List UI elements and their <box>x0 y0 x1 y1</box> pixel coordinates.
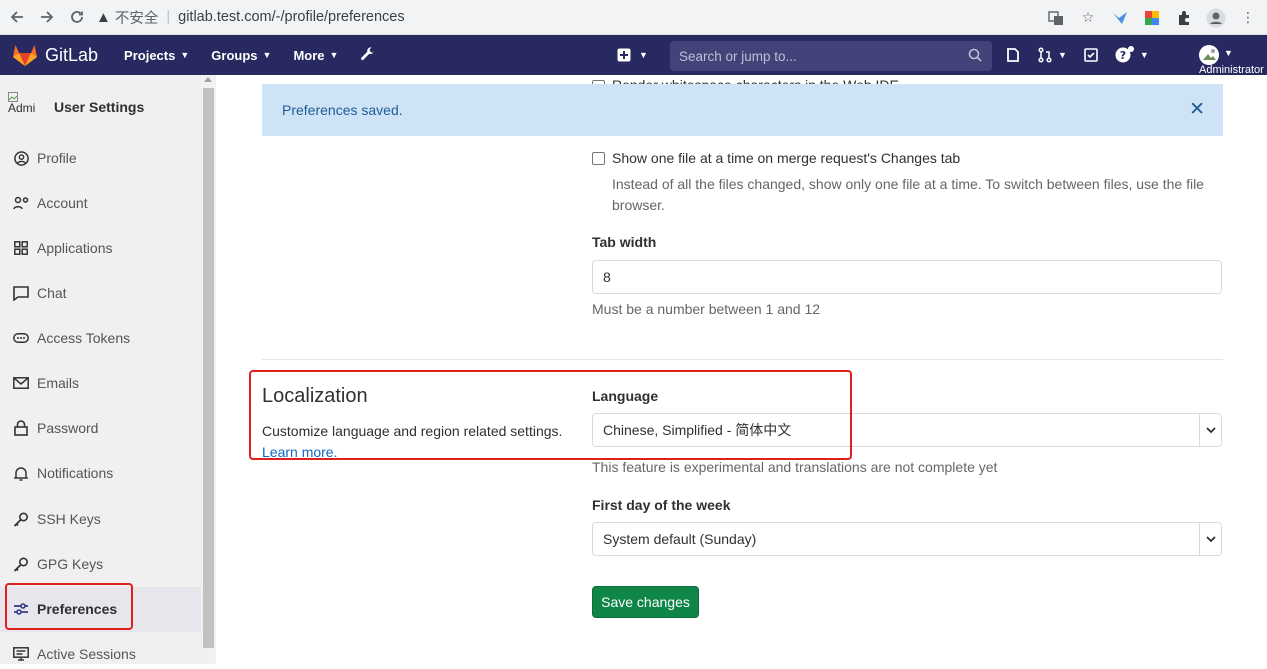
user-name: Administrator <box>1199 64 1264 76</box>
sidebar-item-password[interactable]: Password <box>12 413 198 443</box>
menu-more[interactable]: More ▼ <box>293 48 338 63</box>
lock-icon <box>12 420 30 436</box>
url-text: gitlab.test.com/-/profile/preferences <box>178 9 405 25</box>
sidebar-item-applications[interactable]: Applications <box>12 233 198 263</box>
browser-toolbar: ▲ 不安全 | gitlab.test.com/-/profile/prefer… <box>0 0 1267 35</box>
monitor-icon <box>12 647 30 661</box>
preferences-saved-alert: Preferences saved. ✕ <box>262 84 1223 136</box>
brand-name: GitLab <box>45 44 99 65</box>
help-icon[interactable]: ? ▼ <box>1115 46 1149 64</box>
sidebar-item-profile[interactable]: Profile <box>12 143 198 173</box>
warning-icon: ▲ <box>96 8 111 26</box>
chevron-down-icon: ▼ <box>1058 50 1067 60</box>
mail-icon <box>12 377 30 389</box>
reload-icon[interactable] <box>64 4 90 30</box>
first-day-label: First day of the week <box>592 497 731 513</box>
show-one-file-help: Instead of all the files changed, show o… <box>612 176 1204 213</box>
extension-bird-icon[interactable] <box>1109 7 1131 29</box>
sidebar-item-account[interactable]: Account <box>12 188 198 218</box>
chevron-down-icon: ▼ <box>1139 50 1149 60</box>
chevron-down-icon <box>1199 414 1221 446</box>
plus-square-icon <box>617 48 631 62</box>
gitlab-logo[interactable]: GitLab <box>12 43 98 67</box>
star-icon[interactable]: ☆ <box>1077 7 1099 29</box>
applications-icon <box>12 241 30 255</box>
menu-projects[interactable]: Projects ▼ <box>124 48 189 63</box>
key-icon <box>12 556 30 572</box>
sidebar-item-chat[interactable]: Chat <box>12 278 198 308</box>
sidebar-item-gpg-keys[interactable]: GPG Keys <box>12 549 198 579</box>
puzzle-icon[interactable] <box>1173 7 1195 29</box>
forward-icon[interactable] <box>34 4 60 30</box>
admin-wrench-icon[interactable] <box>360 47 376 63</box>
account-icon <box>12 196 30 210</box>
user-menu[interactable]: ▼ Administrator <box>1196 40 1267 76</box>
sidebar-item-notifications[interactable]: Notifications <box>12 458 198 488</box>
user-avatar <box>1199 45 1219 65</box>
show-one-file-label: Show one file at a time on merge request… <box>612 150 961 166</box>
kebab-menu-icon[interactable]: ⋮ <box>1237 7 1259 29</box>
chevron-down-icon: ▼ <box>262 50 272 60</box>
tab-width-help: Must be a number between 1 and 12 <box>592 301 821 317</box>
search-input[interactable]: Search or jump to... <box>670 41 992 71</box>
merge-requests-icon[interactable]: ▼ <box>1037 47 1067 63</box>
menu-groups[interactable]: Groups ▼ <box>211 48 271 63</box>
show-one-file-option[interactable]: Show one file at a time on merge request… <box>592 150 960 166</box>
chevron-down-icon <box>1199 523 1221 555</box>
sidebar-scrollbar[interactable] <box>201 75 216 664</box>
tab-width-input[interactable]: 8 <box>592 260 1222 294</box>
preferences-highlight <box>5 583 133 630</box>
key-icon <box>12 511 30 527</box>
sidebar-header[interactable]: Admi User Settings <box>8 92 144 122</box>
security-label: 不安全 <box>114 10 159 27</box>
translate-icon[interactable] <box>1045 7 1067 29</box>
address-bar[interactable]: ▲ 不安全 | gitlab.test.com/-/profile/prefer… <box>96 0 405 35</box>
sidebar-item-emails[interactable]: Emails <box>12 368 198 398</box>
save-changes-button[interactable]: Save changes <box>592 586 699 618</box>
token-icon <box>12 333 30 343</box>
close-icon[interactable]: ✕ <box>1189 100 1205 119</box>
todos-icon[interactable] <box>1083 47 1099 63</box>
section-divider <box>262 359 1223 360</box>
extension-color-icon[interactable] <box>1141 7 1163 29</box>
alert-message: Preferences saved. <box>282 102 403 118</box>
chevron-down-icon: ▼ <box>180 50 190 60</box>
first-day-select[interactable]: System default (Sunday) <box>592 522 1222 556</box>
sidebar-item-ssh-keys[interactable]: SSH Keys <box>12 504 198 534</box>
sidebar-avatar: Admi <box>8 92 46 122</box>
sidebar-title: User Settings <box>54 99 145 115</box>
chevron-down-icon: ▼ <box>639 50 648 60</box>
chevron-down-icon: ▼ <box>329 50 339 60</box>
tanuki-icon <box>13 45 37 66</box>
language-help: This feature is experimental and transla… <box>592 459 998 475</box>
search-icon <box>968 48 982 62</box>
sidebar-item-access-tokens[interactable]: Access Tokens <box>12 323 198 353</box>
profile-avatar-icon[interactable] <box>1205 7 1227 29</box>
show-one-file-checkbox[interactable] <box>592 151 605 165</box>
profile-icon <box>12 150 30 166</box>
back-icon[interactable] <box>4 4 30 30</box>
bell-icon <box>12 466 30 481</box>
chat-icon <box>12 285 30 301</box>
scroll-up-icon[interactable] <box>204 77 212 82</box>
localization-highlight <box>249 370 852 460</box>
svg-text:?: ? <box>1120 49 1126 62</box>
sidebar-item-active-sessions[interactable]: Active Sessions <box>12 639 198 669</box>
tab-width-label: Tab width <box>592 234 657 250</box>
issues-icon[interactable] <box>1005 47 1021 63</box>
chevron-down-icon: ▼ <box>1224 48 1233 58</box>
new-menu[interactable]: ▼ <box>617 35 648 75</box>
